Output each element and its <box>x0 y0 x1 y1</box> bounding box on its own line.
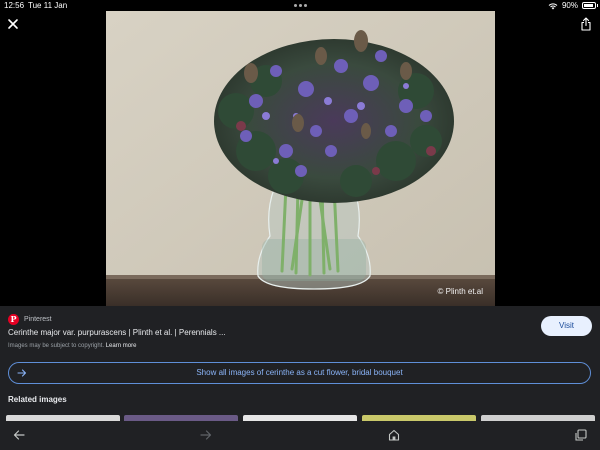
status-date: Tue 11 Jan <box>28 1 68 10</box>
battery-icon <box>582 2 598 9</box>
show-all-label: Show all images of cerinthe as a cut flo… <box>196 368 403 377</box>
tabs-icon[interactable] <box>574 428 588 442</box>
forward-arrow-icon[interactable] <box>199 428 213 442</box>
share-icon[interactable] <box>580 17 592 31</box>
result-title[interactable]: Cerinthe major var. purpurascens | Plint… <box>8 328 226 337</box>
image-viewer: © Plinth et.al <box>0 11 600 306</box>
copyright-note: Images may be subject to copyright. Lear… <box>8 343 136 349</box>
close-icon[interactable] <box>6 17 20 31</box>
source-row[interactable]: P Pinterest <box>8 314 52 325</box>
bottom-toolbar <box>0 421 600 450</box>
home-icon[interactable] <box>387 428 401 442</box>
show-all-images-button[interactable]: Show all images of cerinthe as a cut flo… <box>8 362 591 384</box>
wifi-icon <box>548 2 558 9</box>
pinterest-logo-icon: P <box>8 314 19 325</box>
related-images-heading: Related images <box>8 395 67 404</box>
status-right: 90% <box>548 0 598 11</box>
battery-percent: 90% <box>561 1 578 10</box>
photo-credit: © Plinth et.al <box>437 287 483 296</box>
status-time: 12:56 <box>4 1 25 10</box>
status-bar: 12:56 Tue 11 Jan 90% <box>0 0 600 11</box>
flower-photo[interactable]: © Plinth et.al <box>106 11 495 306</box>
multitask-dots-icon[interactable] <box>294 4 307 7</box>
copyright-text: Images may be subject to copyright. <box>8 343 105 349</box>
visit-button[interactable]: Visit <box>541 316 592 336</box>
learn-more-link[interactable]: Learn more <box>106 343 137 349</box>
source-name: Pinterest <box>24 316 52 323</box>
back-arrow-icon[interactable] <box>12 428 26 442</box>
